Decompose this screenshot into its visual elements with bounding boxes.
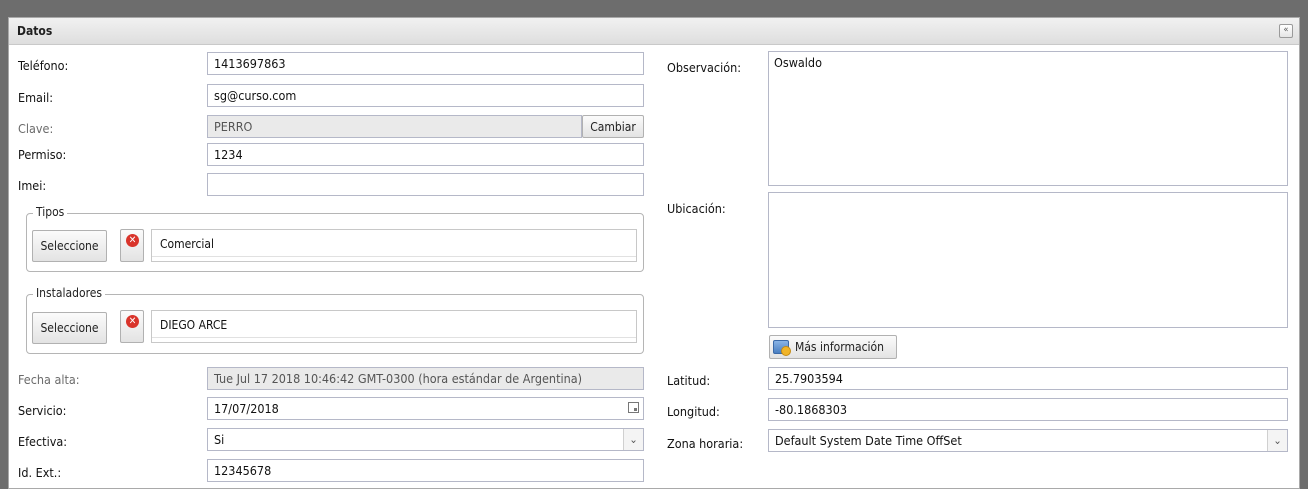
panel-header: Datos « [9,18,1299,45]
instaladores-list: DIEGO ARCE [151,310,637,343]
instaladores-list-divider [152,337,636,338]
tipos-list-divider [152,256,636,257]
panel-title: Datos [17,24,53,38]
permiso-input[interactable]: 1234 [207,143,644,166]
mas-informacion-label: Más información [795,340,884,354]
instaladores-remove-button[interactable]: ✕ [120,310,144,343]
info-icon [773,340,791,356]
delete-icon: ✕ [126,234,139,247]
tipos-seleccione-button[interactable]: Seleccione [32,230,107,262]
calendar-icon[interactable] [628,402,639,413]
instaladores-item: DIEGO ARCE [160,318,228,332]
tipos-remove-button[interactable]: ✕ [120,229,144,262]
servicio-value: 17/07/2018 [214,401,279,416]
email-input[interactable]: sg@curso.com [207,84,644,107]
imei-input[interactable] [207,173,644,196]
permiso-label: Permiso: [18,147,67,162]
id-ext-input[interactable]: 12345678 [207,459,644,482]
longitud-input[interactable]: -80.1868303 [768,398,1288,421]
observacion-textarea[interactable]: Oswaldo [768,51,1288,186]
mas-informacion-button[interactable]: Más información [769,335,897,359]
efectiva-value: Si [214,432,225,447]
telefono-label: Teléfono: [18,58,69,73]
id-ext-label: Id. Ext.: [18,465,62,480]
datos-panel: Datos « Teléfono: 1413697863 Email: sg@c… [8,17,1300,489]
tipos-item: Comercial [160,237,215,251]
email-label: Email: [18,90,53,105]
cambiar-button[interactable]: Cambiar [582,115,644,138]
latitud-label: Latitud: [667,373,711,388]
clave-label: Clave: [18,121,54,136]
efectiva-label: Efectiva: [18,434,68,449]
telefono-input[interactable]: 1413697863 [207,52,644,75]
instaladores-fieldset: Instaladores Seleccione ✕ DIEGO ARCE [26,286,644,354]
instaladores-legend: Instaladores [33,286,106,300]
chevron-down-icon[interactable]: ⌄ [1267,430,1287,451]
longitud-label: Longitud: [667,404,720,419]
tipos-legend: Tipos [33,205,68,219]
imei-label: Imei: [18,178,47,193]
ubicacion-textarea[interactable] [768,192,1288,328]
instaladores-seleccione-button[interactable]: Seleccione [32,312,107,344]
latitud-input[interactable]: 25.7903594 [768,367,1288,390]
collapse-icon[interactable]: « [1279,24,1293,38]
servicio-date-field[interactable]: 17/07/2018 [207,397,644,420]
tipos-list: Comercial [151,229,637,262]
delete-icon: ✕ [126,315,139,328]
fecha-alta-input: Tue Jul 17 2018 10:46:42 GMT-0300 (hora … [207,367,644,390]
chevron-down-icon[interactable]: ⌄ [623,429,643,450]
efectiva-select[interactable]: Si ⌄ [207,428,644,451]
zona-horaria-value: Default System Date Time OffSet [775,433,962,448]
ubicacion-label: Ubicación: [667,201,726,216]
observacion-label: Observación: [667,60,742,75]
zona-horaria-select[interactable]: Default System Date Time OffSet ⌄ [768,429,1288,452]
zona-horaria-label: Zona horaria: [667,436,744,451]
tipos-fieldset: Tipos Seleccione ✕ Comercial [26,205,644,272]
clave-input: PERRO [207,115,582,138]
servicio-label: Servicio: [18,403,67,418]
fecha-alta-label: Fecha alta: [18,372,80,387]
